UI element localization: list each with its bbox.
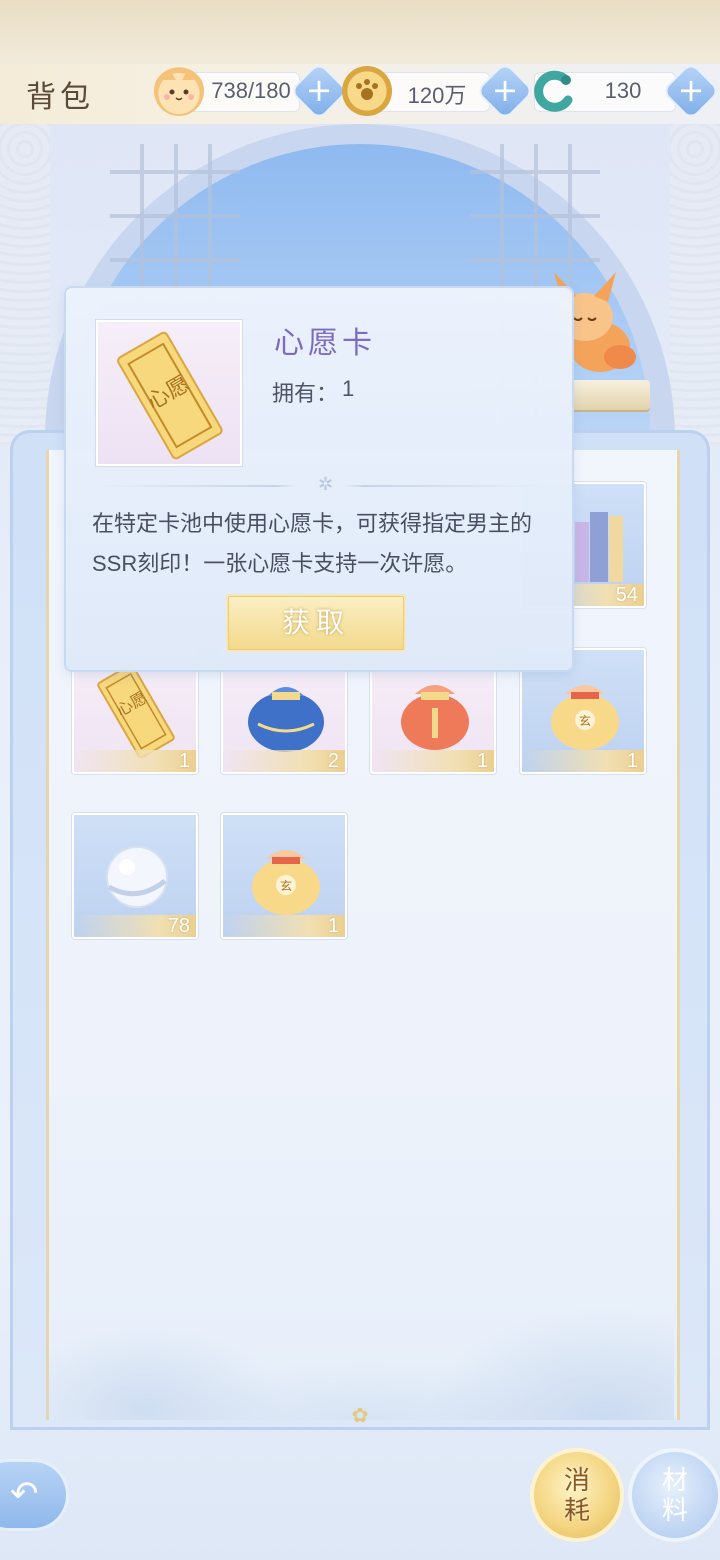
item-thumbnail: 心愿: [96, 320, 242, 466]
paw-coin-icon: [342, 66, 392, 116]
wish-card-icon: 心愿: [97, 664, 175, 758]
back-arrow-icon: ↶: [10, 1474, 39, 1514]
get-item-button[interactable]: 获取: [228, 596, 404, 650]
cat-stamina-icon: [154, 66, 204, 116]
item-count: 1: [522, 750, 644, 772]
owned-label: 拥有：: [272, 381, 339, 406]
lotus-ornament-icon: ✿: [351, 1405, 369, 1427]
blue-pouch-icon: [248, 687, 324, 752]
pearl-icon: [106, 846, 168, 908]
mountain-backdrop: [46, 1150, 674, 1420]
item-slot-gold-pouch-2[interactable]: 玄 1: [221, 813, 347, 939]
back-button[interactable]: ↶: [0, 1462, 66, 1528]
gold-pouch-icon: 玄: [252, 850, 320, 915]
item-slot-pearl[interactable]: 78: [72, 813, 198, 939]
coin-value: 120万: [407, 83, 467, 108]
add-coin-button[interactable]: +: [478, 64, 532, 118]
stamina-resource: 738/180: [154, 66, 300, 116]
fox-pedestal: [560, 380, 650, 410]
gold-pouch-icon: 玄: [551, 685, 619, 750]
item-description: 在特定卡池中使用心愿卡，可获得指定男主的SSR刻印！一张心愿卡支持一次许愿。: [92, 511, 533, 576]
jade-resource: 130: [534, 70, 676, 112]
item-count: 1: [223, 915, 345, 937]
item-name: 心愿卡: [274, 326, 376, 361]
jade-dragon-icon: [528, 66, 578, 116]
add-jade-button[interactable]: +: [664, 64, 718, 118]
item-count: 1: [74, 750, 196, 772]
owned-count: 1: [342, 376, 355, 401]
red-pouch-icon: [401, 685, 469, 750]
svg-text:玄: 玄: [579, 713, 591, 728]
coin-resource: 120万: [342, 66, 490, 116]
add-stamina-button[interactable]: +: [292, 64, 346, 118]
divider-star-icon: ✲: [318, 474, 334, 494]
tab-materials[interactable]: 材料: [632, 1452, 718, 1538]
stamina-value: 738/180: [211, 78, 291, 103]
page-title: 背包: [26, 80, 94, 115]
item-count: 2: [223, 750, 345, 772]
jade-value: 130: [604, 78, 642, 103]
item-count: 78: [74, 915, 196, 937]
wish-card-icon: 心愿: [117, 331, 223, 460]
item-detail-popup: 心愿 心愿卡 拥有： 1 ✲ 在特定卡池中使用心愿卡，可获得指定男主的SSR刻印…: [66, 288, 572, 670]
svg-text:玄: 玄: [280, 878, 292, 893]
item-count: 1: [372, 750, 494, 772]
tab-consumables[interactable]: 消耗: [534, 1452, 620, 1538]
